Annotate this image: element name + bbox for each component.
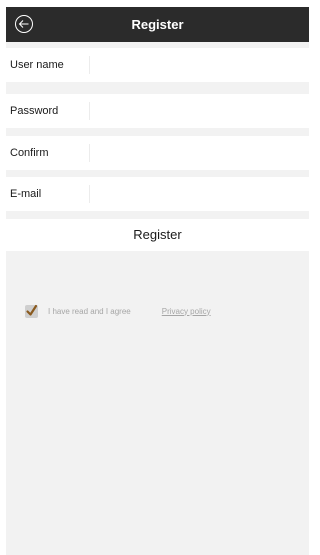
confirm-label: Confirm [10, 147, 49, 159]
agreement-text: I have read and I agree [48, 306, 131, 316]
field-divider [89, 144, 90, 162]
page-title: Register [131, 17, 184, 32]
field-divider [89, 56, 90, 74]
username-input[interactable] [92, 52, 310, 78]
top-bar: Register [6, 7, 309, 42]
checkmark-icon [26, 304, 38, 316]
password-input[interactable] [92, 98, 310, 124]
email-row: E-mail [6, 177, 310, 211]
email-input[interactable] [92, 181, 310, 207]
privacy-policy-link[interactable]: Privacy policy [162, 307, 211, 316]
agree-checkbox[interactable] [25, 304, 38, 318]
register-screen: Register User name Password Confirm E-ma… [6, 7, 310, 555]
confirm-password-input[interactable] [92, 140, 310, 166]
password-label: Password [10, 105, 59, 117]
register-button[interactable]: Register [6, 219, 309, 251]
confirm-row: Confirm [6, 136, 310, 170]
agreement-row: I have read and I agree Privacy policy [25, 303, 211, 319]
field-divider [89, 185, 90, 203]
email-label: E-mail [10, 188, 42, 200]
username-row: User name [6, 48, 310, 82]
password-row: Password [6, 94, 310, 128]
username-label: User name [10, 59, 64, 71]
field-divider [89, 102, 90, 120]
